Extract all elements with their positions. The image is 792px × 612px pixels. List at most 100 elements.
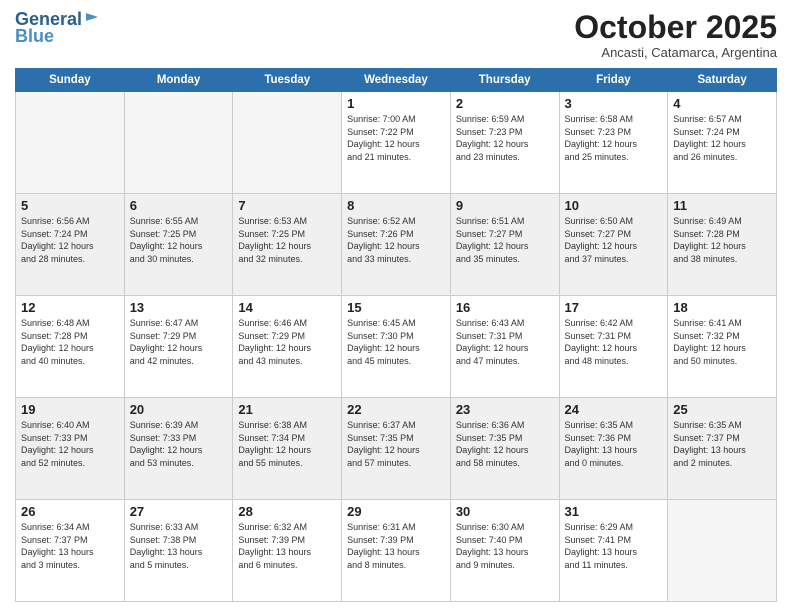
day-info: Sunrise: 6:59 AM Sunset: 7:23 PM Dayligh…	[456, 113, 554, 163]
day-number: 2	[456, 96, 554, 111]
calendar-cell	[668, 500, 777, 602]
weekday-header-saturday: Saturday	[668, 69, 777, 92]
day-info: Sunrise: 6:45 AM Sunset: 7:30 PM Dayligh…	[347, 317, 445, 367]
day-number: 27	[130, 504, 228, 519]
day-info: Sunrise: 6:43 AM Sunset: 7:31 PM Dayligh…	[456, 317, 554, 367]
day-info: Sunrise: 6:39 AM Sunset: 7:33 PM Dayligh…	[130, 419, 228, 469]
day-number: 3	[565, 96, 663, 111]
header: General Blue October 2025 Ancasti, Catam…	[15, 10, 777, 60]
logo-flag-icon	[84, 11, 100, 27]
calendar-cell: 14 Sunrise: 6:46 AM Sunset: 7:29 PM Dayli…	[233, 296, 342, 398]
calendar-cell	[16, 92, 125, 194]
day-number: 16	[456, 300, 554, 315]
month-title: October 2025	[574, 10, 777, 45]
day-info: Sunrise: 6:51 AM Sunset: 7:27 PM Dayligh…	[456, 215, 554, 265]
calendar-cell: 31 Sunrise: 6:29 AM Sunset: 7:41 PM Dayli…	[559, 500, 668, 602]
calendar-week-row: 19 Sunrise: 6:40 AM Sunset: 7:33 PM Dayli…	[16, 398, 777, 500]
day-number: 20	[130, 402, 228, 417]
day-number: 28	[238, 504, 336, 519]
calendar-cell: 30Sunrise: 6:30 AM Sunset: 7:40 PM Dayli…	[450, 500, 559, 602]
day-number: 1	[347, 96, 445, 111]
day-info: Sunrise: 6:32 AM Sunset: 7:39 PM Dayligh…	[238, 521, 336, 571]
calendar-cell: 26 Sunrise: 6:34 AM Sunset: 7:37 PM Dayli…	[16, 500, 125, 602]
calendar-cell: 4Sunrise: 6:57 AM Sunset: 7:24 PM Daylig…	[668, 92, 777, 194]
day-info: Sunrise: 7:00 AM Sunset: 7:22 PM Dayligh…	[347, 113, 445, 163]
day-info: Sunrise: 6:55 AM Sunset: 7:25 PM Dayligh…	[130, 215, 228, 265]
calendar-cell: 29 Sunrise: 6:31 AM Sunset: 7:39 PM Dayli…	[342, 500, 451, 602]
day-number: 8	[347, 198, 445, 213]
logo-blue-text: Blue	[15, 26, 54, 47]
day-number: 18	[673, 300, 771, 315]
calendar-cell: 23Sunrise: 6:36 AM Sunset: 7:35 PM Dayli…	[450, 398, 559, 500]
day-number: 7	[238, 198, 336, 213]
calendar-page: General Blue October 2025 Ancasti, Catam…	[0, 0, 792, 612]
calendar-cell: 20 Sunrise: 6:39 AM Sunset: 7:33 PM Dayli…	[124, 398, 233, 500]
calendar-cell: 22Sunrise: 6:37 AM Sunset: 7:35 PM Dayli…	[342, 398, 451, 500]
day-number: 26	[21, 504, 119, 519]
location-subtitle: Ancasti, Catamarca, Argentina	[574, 45, 777, 60]
day-number: 5	[21, 198, 119, 213]
calendar-cell: 16 Sunrise: 6:43 AM Sunset: 7:31 PM Dayli…	[450, 296, 559, 398]
day-number: 23	[456, 402, 554, 417]
calendar-cell: 7Sunrise: 6:53 AM Sunset: 7:25 PM Daylig…	[233, 194, 342, 296]
weekday-header-row: SundayMondayTuesdayWednesdayThursdayFrid…	[16, 69, 777, 92]
day-info: Sunrise: 6:58 AM Sunset: 7:23 PM Dayligh…	[565, 113, 663, 163]
calendar-week-row: 1 Sunrise: 7:00 AM Sunset: 7:22 PM Daylig…	[16, 92, 777, 194]
calendar-cell: 19 Sunrise: 6:40 AM Sunset: 7:33 PM Dayli…	[16, 398, 125, 500]
day-number: 31	[565, 504, 663, 519]
calendar-cell: 12 Sunrise: 6:48 AM Sunset: 7:28 PM Dayli…	[16, 296, 125, 398]
day-info: Sunrise: 6:31 AM Sunset: 7:39 PM Dayligh…	[347, 521, 445, 571]
calendar-cell: 18 Sunrise: 6:41 AM Sunset: 7:32 PM Dayli…	[668, 296, 777, 398]
day-number: 12	[21, 300, 119, 315]
day-number: 30	[456, 504, 554, 519]
calendar-cell: 13 Sunrise: 6:47 AM Sunset: 7:29 PM Dayli…	[124, 296, 233, 398]
calendar-cell: 21Sunrise: 6:38 AM Sunset: 7:34 PM Dayli…	[233, 398, 342, 500]
day-number: 25	[673, 402, 771, 417]
day-info: Sunrise: 6:33 AM Sunset: 7:38 PM Dayligh…	[130, 521, 228, 571]
day-info: Sunrise: 6:34 AM Sunset: 7:37 PM Dayligh…	[21, 521, 119, 571]
calendar-cell: 5 Sunrise: 6:56 AM Sunset: 7:24 PM Daylig…	[16, 194, 125, 296]
day-number: 6	[130, 198, 228, 213]
weekday-header-tuesday: Tuesday	[233, 69, 342, 92]
weekday-header-monday: Monday	[124, 69, 233, 92]
day-info: Sunrise: 6:46 AM Sunset: 7:29 PM Dayligh…	[238, 317, 336, 367]
calendar-cell	[233, 92, 342, 194]
calendar-cell: 1 Sunrise: 7:00 AM Sunset: 7:22 PM Daylig…	[342, 92, 451, 194]
day-info: Sunrise: 6:47 AM Sunset: 7:29 PM Dayligh…	[130, 317, 228, 367]
calendar-cell: 11Sunrise: 6:49 AM Sunset: 7:28 PM Dayli…	[668, 194, 777, 296]
day-info: Sunrise: 6:48 AM Sunset: 7:28 PM Dayligh…	[21, 317, 119, 367]
calendar-cell: 9 Sunrise: 6:51 AM Sunset: 7:27 PM Daylig…	[450, 194, 559, 296]
day-info: Sunrise: 6:35 AM Sunset: 7:36 PM Dayligh…	[565, 419, 663, 469]
day-info: Sunrise: 6:41 AM Sunset: 7:32 PM Dayligh…	[673, 317, 771, 367]
calendar-cell: 2 Sunrise: 6:59 AM Sunset: 7:23 PM Daylig…	[450, 92, 559, 194]
calendar-cell: 24Sunrise: 6:35 AM Sunset: 7:36 PM Dayli…	[559, 398, 668, 500]
day-number: 9	[456, 198, 554, 213]
day-number: 13	[130, 300, 228, 315]
day-number: 17	[565, 300, 663, 315]
calendar-week-row: 12 Sunrise: 6:48 AM Sunset: 7:28 PM Dayli…	[16, 296, 777, 398]
logo: General Blue	[15, 10, 100, 47]
day-info: Sunrise: 6:56 AM Sunset: 7:24 PM Dayligh…	[21, 215, 119, 265]
day-number: 10	[565, 198, 663, 213]
calendar-cell	[124, 92, 233, 194]
day-info: Sunrise: 6:40 AM Sunset: 7:33 PM Dayligh…	[21, 419, 119, 469]
day-number: 19	[21, 402, 119, 417]
calendar-week-row: 26 Sunrise: 6:34 AM Sunset: 7:37 PM Dayli…	[16, 500, 777, 602]
day-number: 14	[238, 300, 336, 315]
calendar-cell: 10Sunrise: 6:50 AM Sunset: 7:27 PM Dayli…	[559, 194, 668, 296]
calendar-cell: 6 Sunrise: 6:55 AM Sunset: 7:25 PM Daylig…	[124, 194, 233, 296]
day-number: 11	[673, 198, 771, 213]
calendar-cell: 27 Sunrise: 6:33 AM Sunset: 7:38 PM Dayli…	[124, 500, 233, 602]
day-number: 29	[347, 504, 445, 519]
day-info: Sunrise: 6:29 AM Sunset: 7:41 PM Dayligh…	[565, 521, 663, 571]
calendar-cell: 8Sunrise: 6:52 AM Sunset: 7:26 PM Daylig…	[342, 194, 451, 296]
weekday-header-wednesday: Wednesday	[342, 69, 451, 92]
calendar-cell: 28 Sunrise: 6:32 AM Sunset: 7:39 PM Dayli…	[233, 500, 342, 602]
day-number: 4	[673, 96, 771, 111]
day-info: Sunrise: 6:35 AM Sunset: 7:37 PM Dayligh…	[673, 419, 771, 469]
calendar-cell: 3 Sunrise: 6:58 AM Sunset: 7:23 PM Daylig…	[559, 92, 668, 194]
calendar-cell: 15Sunrise: 6:45 AM Sunset: 7:30 PM Dayli…	[342, 296, 451, 398]
day-number: 21	[238, 402, 336, 417]
weekday-header-sunday: Sunday	[16, 69, 125, 92]
day-info: Sunrise: 6:42 AM Sunset: 7:31 PM Dayligh…	[565, 317, 663, 367]
